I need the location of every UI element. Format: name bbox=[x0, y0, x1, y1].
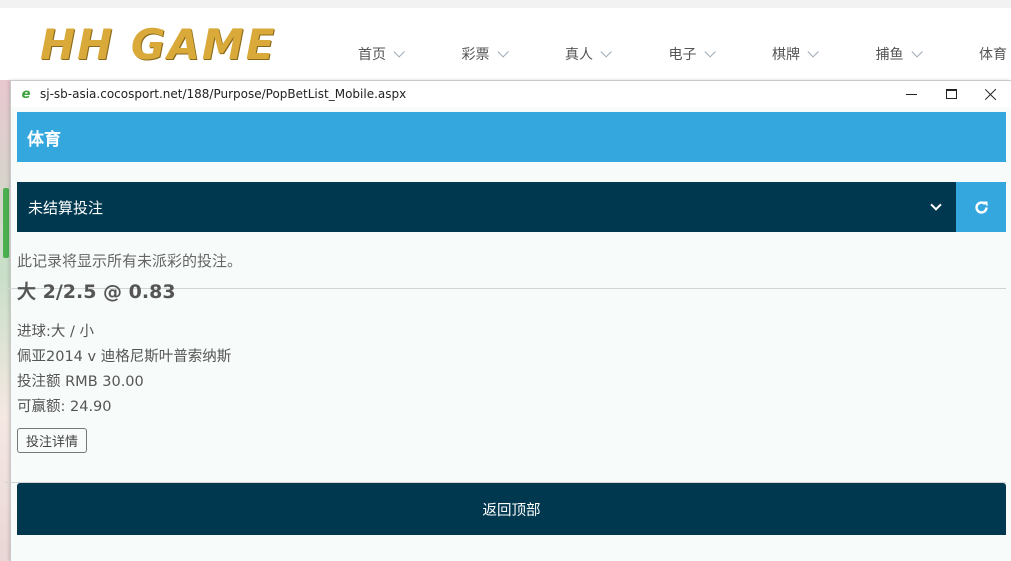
nav-item-fishing[interactable]: 捕鱼 bbox=[876, 44, 980, 64]
nav-item-slots[interactable]: 电子 bbox=[669, 44, 773, 64]
refresh-icon bbox=[974, 200, 988, 214]
bet-status-select[interactable]: 未结算投注 bbox=[17, 182, 956, 232]
close-icon bbox=[985, 88, 997, 100]
chevron-down-icon bbox=[393, 46, 405, 58]
bet-match: 佩亚2014 v 迪格尼斯叶普索纳斯 bbox=[17, 349, 232, 365]
nav-item-live[interactable]: 真人 bbox=[565, 44, 669, 64]
nav-label: 捕鱼 bbox=[875, 47, 904, 63]
nav-item-cards[interactable]: 棋牌 bbox=[772, 44, 876, 64]
bet-details-button[interactable]: 投注详情 bbox=[17, 428, 88, 453]
nav-label: 体育 bbox=[979, 47, 1007, 63]
site-header: HH GAME 首页 彩票 真人 电子 棋牌 捕鱼 体育 bbox=[0, 0, 1011, 80]
refresh-button[interactable] bbox=[956, 182, 1006, 232]
nav-label: 彩票 bbox=[461, 47, 490, 63]
section-title: 体育 bbox=[17, 112, 1006, 162]
bet-potential-win: 可赢额: 24.90 bbox=[17, 399, 112, 415]
window-controls bbox=[891, 81, 1011, 107]
nav-label: 棋牌 bbox=[772, 47, 800, 63]
bet-title: 大 2/2.5 @ 0.83 bbox=[17, 281, 176, 303]
nav-label: 电子 bbox=[668, 47, 697, 63]
bet-status-value: 未结算投注 bbox=[28, 198, 104, 217]
back-to-top-button[interactable]: 返回顶部 bbox=[17, 483, 1006, 535]
close-button[interactable] bbox=[971, 81, 1011, 107]
maximize-icon bbox=[945, 89, 957, 99]
popup-content: 体育 未结算投注 此记录将显示所有未派彩的投注。 bbox=[17, 112, 1006, 272]
nav-item-home[interactable]: 首页 bbox=[358, 44, 462, 64]
background-scroll-indicator bbox=[3, 188, 9, 258]
bet-filter-row: 未结算投注 bbox=[17, 182, 1006, 232]
chevron-down-icon bbox=[930, 199, 942, 211]
chevron-down-icon bbox=[910, 46, 923, 58]
info-text: 此记录将显示所有未派彩的投注。 bbox=[17, 252, 243, 270]
site-nav: 首页 彩票 真人 电子 棋牌 捕鱼 体育 bbox=[358, 44, 1011, 64]
chevron-down-icon bbox=[703, 46, 716, 58]
bet-details: 进球:大 / 小 佩亚2014 v 迪格尼斯叶普索纳斯 投注额 RMB 30.0… bbox=[17, 320, 1006, 416]
logo-text: HH GAME bbox=[40, 20, 277, 69]
nav-label: 首页 bbox=[358, 47, 386, 63]
minimize-button[interactable] bbox=[891, 81, 931, 107]
popup-window: e sj-sb-asia.cocosport.net/188/Purpose/P… bbox=[5, 80, 1011, 561]
maximize-button[interactable] bbox=[931, 81, 971, 107]
chevron-down-icon bbox=[807, 46, 819, 58]
nav-label: 真人 bbox=[565, 47, 593, 63]
site-logo[interactable]: HH GAME bbox=[40, 20, 276, 69]
divider bbox=[5, 482, 1006, 483]
chevron-down-icon bbox=[496, 46, 509, 58]
ie-icon: e bbox=[21, 86, 31, 102]
window-titlebar[interactable]: e sj-sb-asia.cocosport.net/188/Purpose/P… bbox=[11, 81, 1011, 107]
chevron-down-icon bbox=[600, 46, 612, 58]
window-url: sj-sb-asia.cocosport.net/188/Purpose/Pop… bbox=[40, 87, 407, 101]
bet-item: 大 2/2.5 @ 0.83 进球:大 / 小 佩亚2014 v 迪格尼斯叶普索… bbox=[17, 277, 1006, 453]
bet-stake: 投注额 RMB 30.00 bbox=[17, 374, 144, 390]
minimize-icon bbox=[905, 93, 917, 95]
nav-item-sports[interactable]: 体育 bbox=[979, 44, 1011, 64]
nav-item-lottery[interactable]: 彩票 bbox=[462, 44, 566, 64]
bet-market: 进球:大 / 小 bbox=[17, 324, 94, 340]
